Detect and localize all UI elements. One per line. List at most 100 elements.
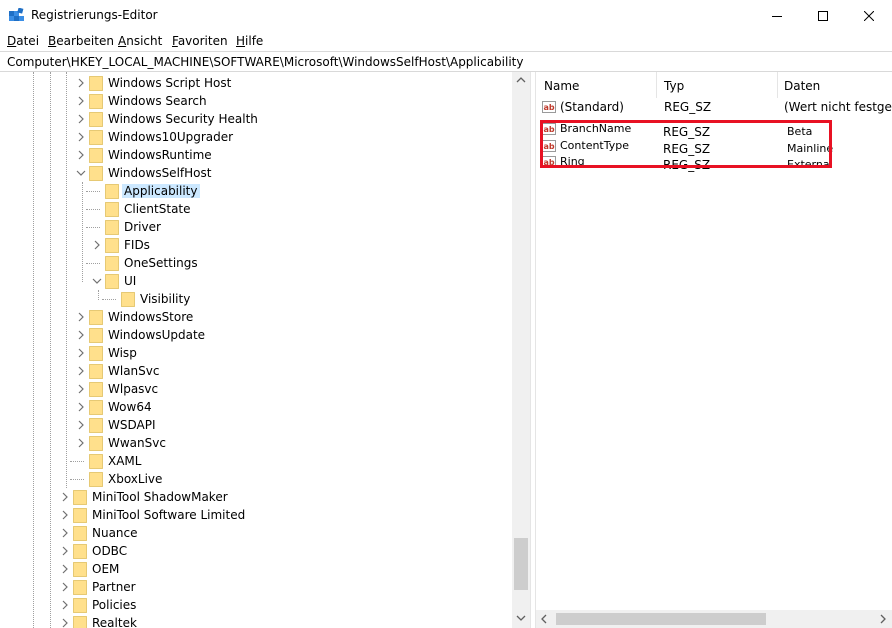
chevron-right-icon[interactable] xyxy=(60,581,70,593)
string-value-icon: ab xyxy=(542,101,556,113)
folder-icon xyxy=(89,346,103,361)
folder-icon xyxy=(89,454,103,469)
tree-item[interactable]: Wisp xyxy=(0,344,512,362)
tree-item-label: Policies xyxy=(92,598,137,612)
chevron-right-icon[interactable] xyxy=(76,77,86,89)
folder-icon xyxy=(105,184,119,199)
tree-item-label: Driver xyxy=(124,220,161,234)
menu-favoriten[interactable]: Favoriten xyxy=(172,34,228,48)
list-horizontal-scrollbar[interactable] xyxy=(536,610,892,628)
tree-item[interactable]: OEM xyxy=(0,560,512,578)
scroll-up-icon[interactable] xyxy=(516,76,526,84)
chevron-right-icon[interactable] xyxy=(76,365,86,377)
tree-item[interactable]: Nuance xyxy=(0,524,512,542)
chevron-right-icon[interactable] xyxy=(76,383,86,395)
chevron-right-icon[interactable] xyxy=(76,329,86,341)
chevron-right-icon[interactable] xyxy=(60,545,70,557)
tree-item[interactable]: Wow64 xyxy=(0,398,512,416)
chevron-right-icon[interactable] xyxy=(76,311,86,323)
tree-item[interactable]: OneSettings xyxy=(0,254,512,272)
column-separator[interactable] xyxy=(656,72,657,98)
chevron-right-icon[interactable] xyxy=(76,113,86,125)
tree-item[interactable]: FIDs xyxy=(0,236,512,254)
tree-item[interactable]: MiniTool ShadowMaker xyxy=(0,488,512,506)
folder-icon xyxy=(89,130,103,145)
tree-item[interactable]: WindowsUpdate xyxy=(0,326,512,344)
tree-item[interactable]: WSDAPI xyxy=(0,416,512,434)
tree-item[interactable]: MiniTool Software Limited xyxy=(0,506,512,524)
tree-vertical-scrollbar[interactable] xyxy=(512,72,530,628)
chevron-right-icon[interactable] xyxy=(76,401,86,413)
chevron-right-icon[interactable] xyxy=(60,617,70,628)
tree-item[interactable]: Windows Security Health xyxy=(0,110,512,128)
chevron-right-icon[interactable] xyxy=(76,419,86,431)
tree-item[interactable]: XboxLive xyxy=(0,470,512,488)
minimize-button[interactable] xyxy=(754,0,800,31)
tree-item-label: Windows10Upgrader xyxy=(108,130,234,144)
close-button[interactable] xyxy=(846,0,892,31)
chevron-right-icon[interactable] xyxy=(76,347,86,359)
list-row[interactable]: ab (Standard) REG_SZ (Wert nicht festgel… xyxy=(536,99,892,116)
tree-item-label: Visibility xyxy=(140,292,191,306)
tree-item[interactable]: WindowsRuntime xyxy=(0,146,512,164)
tree-item[interactable]: XAML xyxy=(0,452,512,470)
scroll-left-icon[interactable] xyxy=(540,614,548,624)
tree-item[interactable]: Applicability xyxy=(0,182,512,200)
tree-item[interactable]: UI xyxy=(0,272,512,290)
address-path[interactable]: Computer\HKEY_LOCAL_MACHINE\SOFTWARE\Mic… xyxy=(7,55,523,69)
tree-guide-line xyxy=(86,263,100,264)
column-header-data[interactable]: Daten xyxy=(784,79,820,93)
folder-icon xyxy=(105,274,119,289)
address-bar[interactable]: Computer\HKEY_LOCAL_MACHINE\SOFTWARE\Mic… xyxy=(0,51,892,72)
chevron-down-icon[interactable] xyxy=(76,167,86,179)
menu-ansicht[interactable]: Ansicht xyxy=(118,34,162,48)
tree-item[interactable]: WindowsStore xyxy=(0,308,512,326)
scroll-down-icon[interactable] xyxy=(516,614,526,622)
tree-item[interactable]: Windows Script Host xyxy=(0,74,512,92)
tree-item[interactable]: Windows Search xyxy=(0,92,512,110)
key-tree[interactable]: Windows Script Host Windows Search Windows… xyxy=(0,72,530,628)
tree-item[interactable]: ODBC xyxy=(0,542,512,560)
tree-item-label: Nuance xyxy=(92,526,138,540)
chevron-right-icon[interactable] xyxy=(60,563,70,575)
folder-icon xyxy=(89,310,103,325)
menu-datei[interactable]: Datei xyxy=(7,34,39,48)
menu-hilfe[interactable]: Hilfe xyxy=(236,34,263,48)
tree-item[interactable]: WindowsSelfHost xyxy=(0,164,512,182)
value-name: (Standard) xyxy=(560,100,624,114)
chevron-right-icon[interactable] xyxy=(76,131,86,143)
tree-item[interactable]: Windows10Upgrader xyxy=(0,128,512,146)
scroll-right-icon[interactable] xyxy=(879,614,887,624)
tree-item[interactable]: Wlpasvc xyxy=(0,380,512,398)
tree-item[interactable]: ClientState xyxy=(0,200,512,218)
list-header: Name Typ Daten xyxy=(536,72,892,98)
tree-item[interactable]: Visibility xyxy=(0,290,512,308)
chevron-right-icon[interactable] xyxy=(92,239,102,251)
tree-item[interactable]: Driver xyxy=(0,218,512,236)
chevron-right-icon[interactable] xyxy=(76,437,86,449)
tree-item-label: ODBC xyxy=(92,544,128,558)
chevron-right-icon[interactable] xyxy=(60,491,70,503)
menu-mnemonic: B xyxy=(48,34,57,48)
menu-bearbeiten[interactable]: Bearbeiten xyxy=(48,34,114,48)
chevron-right-icon[interactable] xyxy=(60,527,70,539)
tree-item[interactable]: WlanSvc xyxy=(0,362,512,380)
chevron-right-icon[interactable] xyxy=(60,509,70,521)
maximize-button[interactable] xyxy=(800,0,846,31)
chevron-right-icon[interactable] xyxy=(76,149,86,161)
chevron-down-icon[interactable] xyxy=(92,275,102,287)
column-header-name[interactable]: Name xyxy=(544,79,579,93)
tree-item-label: FIDs xyxy=(124,238,150,252)
tree-item[interactable]: Partner xyxy=(0,578,512,596)
chevron-right-icon[interactable] xyxy=(76,95,86,107)
column-header-type[interactable]: Typ xyxy=(664,79,684,93)
tree-item[interactable]: Realtek xyxy=(0,614,512,628)
tree-item[interactable]: WwanSvc xyxy=(0,434,512,452)
scrollbar-thumb[interactable] xyxy=(514,538,528,590)
tree-item[interactable]: Policies xyxy=(0,596,512,614)
folder-icon xyxy=(89,400,103,415)
values-list[interactable]: Name Typ Daten ab (Standard) REG_SZ (Wer… xyxy=(536,72,892,628)
column-separator[interactable] xyxy=(777,72,778,98)
chevron-right-icon[interactable] xyxy=(60,599,70,611)
scrollbar-thumb[interactable] xyxy=(556,613,766,625)
